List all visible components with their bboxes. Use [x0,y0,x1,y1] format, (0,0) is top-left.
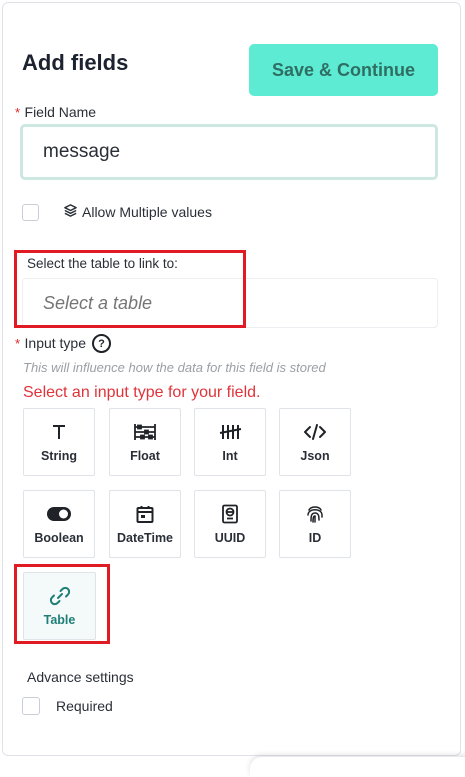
required-label: Required [56,698,113,714]
input-type-label-row: * Input type ? [15,334,112,353]
field-name-label: Field Name [24,104,97,120]
type-int-card[interactable]: Int [194,408,266,476]
field-name-label-row: * Field Name [15,104,96,122]
link-table-highlight [14,250,246,328]
calendar-icon [135,503,155,525]
table-type-highlight [14,564,110,644]
type-label: DateTime [116,531,174,545]
input-type-hint: This will influence how the data for thi… [23,360,326,375]
passport-icon [221,503,239,525]
type-label: Json [300,449,330,463]
required-marker: * [15,105,21,120]
type-label: UUID [214,531,246,545]
type-boolean-card[interactable]: Boolean [23,490,95,558]
type-label: String [40,449,78,463]
layers-icon [63,203,78,221]
type-float-card[interactable]: Float [109,408,181,476]
allow-multiple-row: Allow Multiple values [22,203,212,221]
type-label: Boolean [34,531,84,545]
allow-multiple-label-group: Allow Multiple values [63,203,212,221]
text-icon [50,421,68,443]
page-title: Add fields [22,50,129,75]
abacus-icon [133,421,157,443]
type-datetime-card[interactable]: DateTime [109,490,181,558]
field-name-input[interactable] [20,124,438,180]
advance-settings-label: Advance settings [27,669,134,685]
type-id-card[interactable]: ID [279,490,351,558]
input-type-label: Input type [24,334,87,351]
type-label: Float [130,449,160,463]
code-icon [303,421,327,443]
type-json-card[interactable]: Json [279,408,351,476]
bottom-sheet-edge [250,757,465,777]
required-row: Required [22,697,113,715]
required-marker: * [15,335,21,351]
type-label: Int [222,449,238,463]
type-uuid-card[interactable]: UUID [194,490,266,558]
help-icon[interactable]: ? [92,334,112,353]
fingerprint-icon [305,503,325,525]
tally-icon [218,421,242,443]
save-continue-button[interactable]: Save & Continue [249,44,438,96]
type-string-card[interactable]: String [23,408,95,476]
required-checkbox[interactable] [22,697,40,715]
toggle-icon [46,503,72,525]
allow-multiple-label: Allow Multiple values [82,204,212,220]
input-type-error: Select an input type for your field. [23,384,261,401]
type-label: ID [308,531,322,545]
allow-multiple-checkbox[interactable] [22,203,39,221]
